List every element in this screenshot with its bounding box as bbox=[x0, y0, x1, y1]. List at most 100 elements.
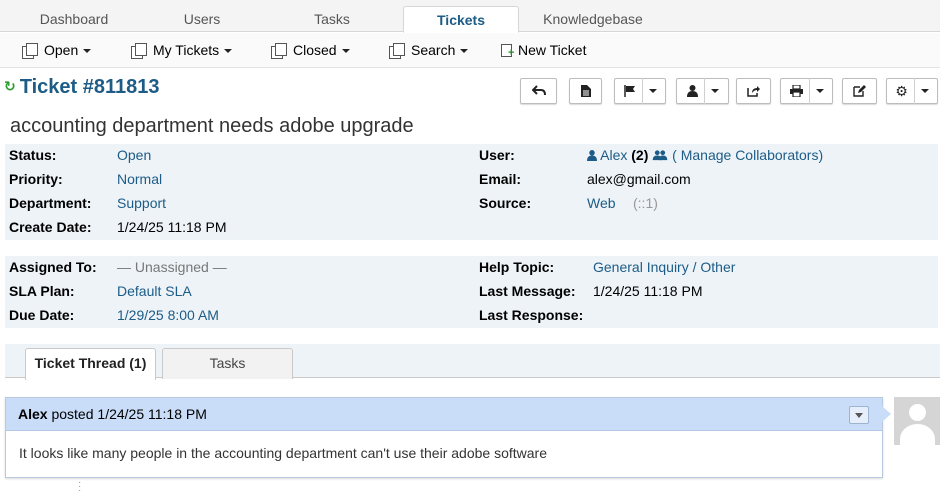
closed-tickets-menu[interactable]: Closed bbox=[271, 33, 350, 68]
department-label: Department: bbox=[9, 195, 92, 211]
email-value: alex@gmail.com bbox=[587, 171, 691, 187]
refresh-icon[interactable]: ↻ bbox=[4, 78, 16, 94]
reply-button[interactable] bbox=[520, 78, 557, 104]
user-name-link[interactable]: Alex bbox=[600, 147, 627, 163]
my-tickets-label: My Tickets bbox=[153, 42, 220, 58]
entry-body: It looks like many people in the account… bbox=[19, 445, 547, 461]
entry-posted-text: posted bbox=[51, 406, 94, 422]
thread-entry: Alex posted 1/24/25 11:18 PM It looks li… bbox=[5, 397, 891, 478]
edit-icon bbox=[853, 85, 866, 97]
user-icon bbox=[686, 85, 698, 97]
due-date-value: 1/29/25 8:00 AM bbox=[117, 307, 219, 323]
chevron-down-icon bbox=[710, 89, 719, 93]
ticket-subject: accounting department needs adobe upgrad… bbox=[10, 115, 414, 137]
tab-users[interactable]: Users bbox=[150, 0, 254, 32]
chevron-down-icon bbox=[920, 89, 929, 93]
edit-button[interactable] bbox=[842, 78, 877, 104]
search-tickets-icon bbox=[389, 43, 405, 59]
open-label: Open bbox=[44, 42, 79, 58]
tab-ticket-thread[interactable]: Ticket Thread (1) bbox=[25, 348, 156, 380]
create-date-value: 1/24/25 11:18 PM bbox=[117, 219, 227, 235]
assign-button[interactable] bbox=[676, 78, 729, 104]
avatar bbox=[894, 397, 940, 445]
new-ticket-link[interactable]: New Ticket bbox=[501, 33, 586, 68]
print-button[interactable] bbox=[780, 78, 833, 104]
tickets-icon bbox=[131, 43, 147, 59]
priority-value: Normal bbox=[117, 171, 163, 187]
entry-pointer bbox=[882, 406, 891, 422]
transfer-button[interactable] bbox=[736, 78, 771, 104]
button-divider bbox=[913, 78, 915, 104]
tab-tasks[interactable]: Tasks bbox=[282, 0, 382, 32]
button-divider bbox=[703, 78, 705, 104]
due-date-label: Due Date: bbox=[9, 307, 75, 323]
share-icon bbox=[747, 86, 760, 97]
entry-options-dropdown[interactable] bbox=[849, 406, 869, 424]
open-tickets-menu[interactable]: Open bbox=[22, 33, 92, 68]
thread-entry-meta: Alex posted 1/24/25 11:18 PM bbox=[18, 406, 207, 422]
tickets-icon bbox=[22, 43, 38, 59]
source-value: Web bbox=[587, 195, 616, 211]
chevron-down-icon bbox=[224, 49, 233, 53]
my-tickets-menu[interactable]: My Tickets bbox=[131, 33, 233, 68]
assigned-to-label: Assigned To: bbox=[9, 259, 97, 275]
source-label: Source: bbox=[479, 195, 532, 211]
chevron-down-icon bbox=[648, 89, 657, 93]
priority-label: Priority: bbox=[9, 171, 63, 187]
reply-icon bbox=[531, 85, 546, 96]
user-label: User: bbox=[479, 147, 515, 163]
collaborators-icon bbox=[652, 150, 668, 161]
chevron-down-icon bbox=[341, 49, 350, 53]
closed-label: Closed bbox=[293, 42, 337, 58]
department-value: Support bbox=[117, 195, 167, 211]
last-message-label: Last Message: bbox=[479, 283, 576, 299]
ticket-info-block: Status: Open Priority: Normal Department… bbox=[5, 144, 938, 240]
manage-collaborators-link[interactable]: ( Manage Collaborators) bbox=[672, 147, 823, 163]
status-value: Open bbox=[117, 147, 152, 163]
more-options-button[interactable]: ⚙ bbox=[886, 78, 938, 104]
search-menu[interactable]: Search bbox=[389, 33, 469, 68]
new-ticket-icon bbox=[501, 44, 514, 58]
user-value: Alex (2) ( Manage Collaborators) bbox=[587, 147, 823, 163]
source-ip: (::1) bbox=[633, 195, 658, 211]
button-divider bbox=[641, 78, 643, 104]
sla-plan-value: Default SLA bbox=[117, 283, 192, 299]
flag-icon bbox=[623, 85, 635, 97]
entry-author: Alex bbox=[18, 406, 48, 422]
ticket-number: Ticket #811813 bbox=[19, 76, 160, 98]
print-document-button[interactable] bbox=[569, 78, 602, 104]
assigned-to-value: — Unassigned — bbox=[117, 259, 227, 275]
email-label: Email: bbox=[479, 171, 522, 187]
flag-button[interactable] bbox=[614, 78, 666, 104]
avatar-head bbox=[909, 404, 926, 421]
sub-nav: Open My Tickets Closed Search New Ticket bbox=[0, 33, 940, 68]
chevron-down-icon bbox=[83, 49, 92, 53]
chevron-down-icon bbox=[460, 49, 469, 53]
print-icon bbox=[789, 85, 803, 97]
tab-tasks[interactable]: Tasks bbox=[162, 348, 293, 379]
last-message-value: 1/24/25 11:18 PM bbox=[593, 283, 703, 299]
avatar-body bbox=[900, 424, 935, 445]
entry-date: 1/24/25 11:18 PM bbox=[97, 406, 207, 422]
create-date-label: Create Date: bbox=[9, 219, 92, 235]
help-topic-label: Help Topic: bbox=[479, 259, 555, 275]
thread-tabs: Ticket Thread (1) Tasks bbox=[5, 344, 940, 380]
chevron-down-icon bbox=[815, 89, 824, 93]
tab-tickets[interactable]: Tickets bbox=[403, 6, 519, 33]
user-icon bbox=[587, 150, 597, 161]
user-ticket-count: (2) bbox=[631, 147, 649, 163]
search-label: Search bbox=[411, 42, 456, 58]
ticket-assignment-block: Assigned To: — Unassigned — SLA Plan: De… bbox=[5, 256, 938, 328]
ticket-title[interactable]: ↻ Ticket #811813 bbox=[4, 76, 160, 99]
last-response-label: Last Response: bbox=[479, 307, 584, 323]
document-icon bbox=[580, 85, 591, 97]
top-nav: Dashboard Users Tasks Tickets Knowledgeb… bbox=[0, 0, 940, 33]
new-ticket-label: New Ticket bbox=[518, 42, 587, 58]
tab-knowledgebase[interactable]: Knowledgebase bbox=[535, 0, 651, 32]
status-label: Status: bbox=[9, 147, 57, 163]
sla-plan-label: SLA Plan: bbox=[9, 283, 75, 299]
tab-dashboard[interactable]: Dashboard bbox=[20, 0, 128, 32]
tickets-icon bbox=[271, 43, 287, 59]
thread-entry-header: Alex posted 1/24/25 11:18 PM bbox=[6, 398, 882, 431]
button-divider bbox=[808, 78, 810, 104]
